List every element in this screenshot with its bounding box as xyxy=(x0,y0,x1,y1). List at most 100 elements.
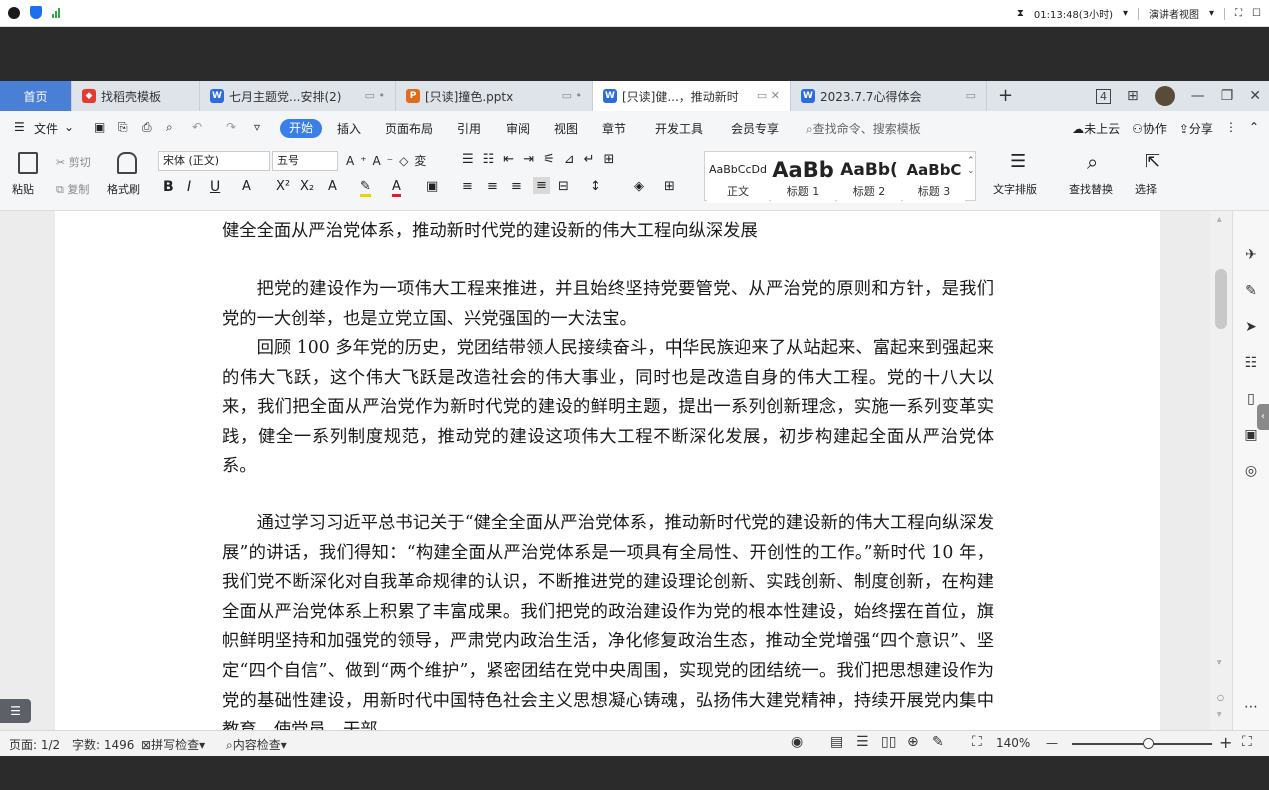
zoom-level[interactable]: 140% xyxy=(996,736,1030,750)
pen-view-icon[interactable]: ✎ xyxy=(932,734,944,750)
borders-button[interactable]: ⊞ xyxy=(664,179,675,194)
tab-doc-reflection[interactable]: W 2023.7.7心得体会 ▭ xyxy=(791,81,987,111)
chevron-down-icon[interactable]: ⌄ xyxy=(64,120,74,134)
vertical-scrollbar[interactable]: ⩓ ⩔ ○ ⩔ xyxy=(1210,211,1232,730)
zoom-in-button[interactable]: + xyxy=(1219,733,1232,752)
fullscreen-icon[interactable]: ⛶ xyxy=(1235,8,1242,19)
cursor-icon[interactable]: ⇱ xyxy=(1145,151,1160,172)
collaborate-button[interactable]: ⚇协作 xyxy=(1132,120,1167,137)
new-tab-button[interactable]: + xyxy=(998,85,1013,106)
tab-status-icon[interactable]: ▭ • xyxy=(562,89,582,102)
underline-button[interactable]: U xyxy=(210,179,220,195)
menu-dev-tools[interactable]: 开发工具 xyxy=(655,120,703,137)
menu-review[interactable]: 审阅 xyxy=(506,120,530,137)
presenter-view-button[interactable]: 演讲者视图 xyxy=(1149,6,1199,21)
print-preview-icon[interactable]: ⌕ xyxy=(166,120,173,135)
rocket-icon[interactable]: ✈ xyxy=(1243,247,1259,263)
reading-view-icon[interactable]: ▯▯ xyxy=(881,734,896,750)
style-normal[interactable]: AaBbCcDd 正文 xyxy=(707,155,769,203)
close-icon[interactable]: ▭ ✕ xyxy=(757,89,780,102)
fullscreen-icon[interactable]: ⛶ xyxy=(1242,734,1252,750)
tab-doc-july-theme[interactable]: W 七月主题党...安排(2) ▭ • xyxy=(200,81,396,111)
highlight-button[interactable]: ✎ xyxy=(360,179,371,197)
align-center-button[interactable]: ≡ xyxy=(487,179,498,194)
font-color-button[interactable]: A xyxy=(392,179,401,197)
presentation-timer[interactable]: 01:13:48(3小时) xyxy=(1034,6,1113,21)
chevron-down-icon[interactable]: ▾ xyxy=(1123,8,1128,19)
bold-button[interactable]: B xyxy=(163,179,174,195)
menu-start[interactable]: 开始 xyxy=(280,119,322,138)
spell-check-button[interactable]: ⊠拼写检查▾ xyxy=(141,736,205,753)
style-scroll-icon[interactable]: ⌃ ⌄ xyxy=(967,156,975,176)
redo-icon[interactable]: ↷ xyxy=(226,120,236,134)
doc-paragraph-3[interactable]: 通过学习习近平总书记关于“健全全面从严治党体系，推动新时代党的建设新的伟大工程向… xyxy=(222,509,994,730)
menu-page-layout[interactable]: 页面布局 xyxy=(385,120,433,137)
eye-icon[interactable]: ◉ xyxy=(791,734,803,750)
more-icon[interactable]: ⋯ xyxy=(1243,699,1259,715)
pointer-icon[interactable]: ➤ xyxy=(1243,319,1259,335)
scroll-up-icon[interactable]: ⩓ xyxy=(1217,215,1222,225)
pen-icon[interactable]: ✎ xyxy=(1243,283,1259,299)
subscript-button[interactable]: X₂ xyxy=(300,179,314,194)
avatar[interactable] xyxy=(1154,86,1175,106)
cut-button[interactable]: ✂ 剪切 xyxy=(56,154,91,170)
print-icon[interactable]: ⎙ xyxy=(142,120,152,135)
tab-docer-templates[interactable]: ◆ 找稻壳模板 xyxy=(72,81,200,111)
share-button[interactable]: ⇪分享 xyxy=(1179,120,1213,137)
tab-home[interactable]: 首页 xyxy=(0,81,72,111)
minimize-icon[interactable]: — xyxy=(1191,88,1205,104)
font-tools[interactable]: A⁺A⁻◇変 xyxy=(346,152,432,169)
scroll-thumb[interactable] xyxy=(1215,269,1227,329)
fit-page-icon[interactable]: ⛶ xyxy=(972,734,982,750)
collapse-ribbon-icon[interactable]: ⌃ xyxy=(1249,120,1259,137)
paste-button[interactable]: 粘贴 xyxy=(12,181,34,197)
shading-button[interactable]: ◈ xyxy=(634,179,644,194)
menu-member[interactable]: 会员专享 xyxy=(731,120,779,137)
strikethrough-button[interactable]: A xyxy=(242,179,251,194)
copy-button[interactable]: ⧉ 复制 xyxy=(56,181,89,197)
font-family-select[interactable]: 宋体 (正文) xyxy=(158,151,270,171)
find-replace-button[interactable]: 查找替换 xyxy=(1069,181,1113,197)
char-border-button[interactable]: ▣ xyxy=(426,179,438,194)
tab-active-doc[interactable]: W [只读]健...，推动新时 ▭ ✕ xyxy=(593,81,791,111)
page-indicator[interactable]: 页面: 1/2 xyxy=(9,736,60,753)
grid-icon[interactable]: ⊞ xyxy=(1127,88,1139,104)
search-icon[interactable]: ⌕ xyxy=(1087,150,1098,174)
next-page-icon[interactable]: ⩔ xyxy=(1217,709,1222,719)
style-heading-1[interactable]: AaBb 标题 1 xyxy=(771,155,835,203)
select-button[interactable]: 选择 xyxy=(1135,181,1157,197)
cloud-status[interactable]: ☁未上云 xyxy=(1072,120,1120,137)
menu-insert[interactable]: 插入 xyxy=(337,120,361,137)
text-layout-button[interactable]: 文字排版 xyxy=(993,181,1037,197)
font-size-select[interactable]: 五号 xyxy=(272,151,338,171)
window-icon[interactable]: ☐ xyxy=(1252,8,1261,19)
superscript-button[interactable]: X² xyxy=(276,179,290,194)
settings-sliders-icon[interactable]: ☷ xyxy=(1243,355,1259,371)
style-heading-3[interactable]: AaBbC 标题 3 xyxy=(903,155,965,203)
web-view-icon[interactable]: ⊕ xyxy=(907,734,919,750)
align-right-button[interactable]: ≡ xyxy=(511,179,522,194)
undo-icon[interactable]: ↶ xyxy=(192,120,202,134)
restore-icon[interactable]: ❐ xyxy=(1221,88,1234,104)
zoom-out-button[interactable]: — xyxy=(1046,736,1058,750)
word-count[interactable]: 字数: 1496 xyxy=(72,736,134,753)
tab-status-icon[interactable]: ▭ xyxy=(966,89,976,102)
format-painter-button[interactable]: 格式刷 xyxy=(107,181,140,197)
line-spacing-button[interactable]: ↕ xyxy=(590,179,601,194)
doc-paragraph-2[interactable]: 回顾 100 多年党的历史，党团结带领人民接续奋斗，中华民族迎来了从站起来、富起… xyxy=(222,334,994,482)
italic-button[interactable]: I xyxy=(187,179,191,195)
zoom-slider-knob[interactable] xyxy=(1143,738,1154,749)
close-icon[interactable]: ✕ xyxy=(1249,88,1261,104)
content-check-button[interactable]: ⌕内容检查▾ xyxy=(226,736,287,753)
info-icon[interactable] xyxy=(8,6,20,19)
export-icon[interactable]: ⎘ xyxy=(118,120,128,135)
zoom-slider[interactable] xyxy=(1072,738,1212,749)
style-heading-2[interactable]: AaBb( 标题 2 xyxy=(837,155,901,203)
save-icon[interactable]: ▣ xyxy=(94,120,105,134)
format-painter-icon[interactable] xyxy=(117,152,137,174)
list-tools[interactable]: ☰☷⇤⇥⚟⊿↵⊞ xyxy=(462,152,623,167)
page-view-icon[interactable]: ▤ xyxy=(830,734,843,750)
document-page[interactable]: 健全全面从严治党体系，推动新时代党的建设新的伟大工程向纵深发展 把党的建设作为一… xyxy=(55,211,1160,730)
distribute-button[interactable]: ⊟ xyxy=(558,179,569,194)
scroll-down-icon[interactable]: ⩔ xyxy=(1217,657,1222,667)
